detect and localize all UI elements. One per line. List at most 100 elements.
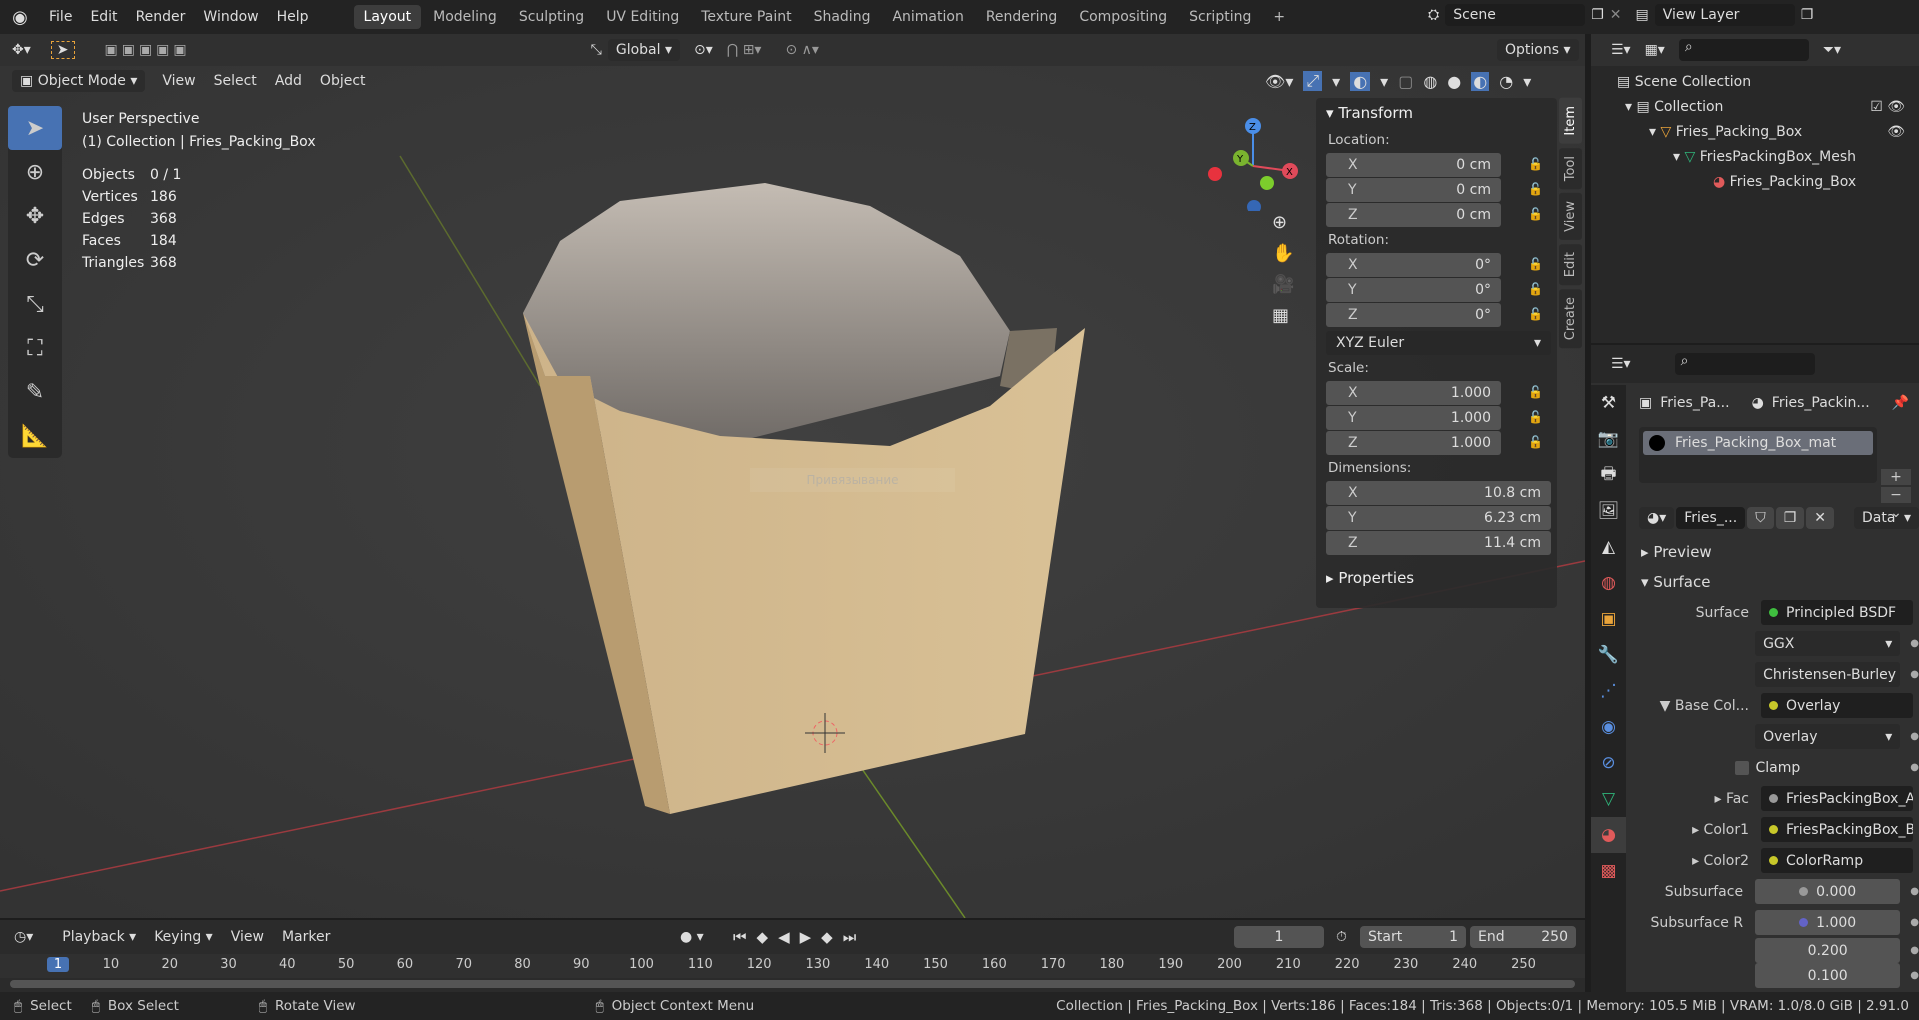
lock-icon[interactable]: 🔓: [1528, 410, 1543, 424]
options-dropdown[interactable]: Options ▾: [1497, 39, 1579, 61]
tab-modeling[interactable]: Modeling: [423, 5, 507, 29]
mode-dropdown[interactable]: ▣ Object Mode ▾: [12, 70, 146, 92]
add-workspace-icon[interactable]: +: [1263, 5, 1295, 29]
constraints-tab-icon[interactable]: ⊘: [1591, 745, 1626, 781]
loc-field-y[interactable]: Y 0 cm: [1326, 178, 1501, 202]
filter-icon[interactable]: ⏷▾: [1823, 42, 1841, 58]
keyframe-dot-icon[interactable]: ●: [1910, 886, 1919, 897]
wireframe-shading-icon[interactable]: ◍: [1423, 72, 1437, 91]
remove-slot-icon[interactable]: −: [1881, 487, 1911, 503]
measure-tool-icon[interactable]: 📐: [8, 414, 62, 458]
editor-type-icon[interactable]: ◷▾: [14, 929, 33, 945]
properties-header[interactable]: ▸ Properties: [1316, 563, 1557, 593]
row-dropdown[interactable]: Christensen-Burley▾: [1755, 662, 1901, 687]
row-dropdown[interactable]: Overlay ▾: [1755, 724, 1901, 749]
annotate-tool-icon[interactable]: ✎: [8, 370, 62, 414]
tab-shading[interactable]: Shading: [804, 5, 881, 29]
object-tab-icon[interactable]: ▣: [1591, 601, 1626, 637]
tab-edit[interactable]: Edit: [1559, 243, 1582, 285]
tab-sculpting[interactable]: Sculpting: [509, 5, 594, 29]
overlay-dropdown-icon[interactable]: ▾: [1380, 72, 1388, 91]
view-layer-tab-icon[interactable]: 🖼: [1591, 493, 1626, 529]
transform-tool-icon[interactable]: ✥▾: [12, 42, 31, 58]
record-icon[interactable]: ● ▾: [680, 929, 704, 945]
new-view-layer-icon[interactable]: ❐: [1801, 7, 1814, 23]
keyframe-dot-icon[interactable]: ●: [1910, 638, 1919, 649]
menu-render[interactable]: Render: [127, 9, 195, 25]
add-slot-icon[interactable]: +: [1881, 469, 1911, 485]
outliner-mesh[interactable]: ▾ ▽ FriesPackingBox_Mesh: [1591, 145, 1919, 170]
keyframe-dot-icon[interactable]: ●: [1910, 970, 1919, 981]
play-icon[interactable]: ▶: [800, 928, 812, 946]
view-layer-field[interactable]: View Layer: [1654, 4, 1795, 26]
keyframe-dot-icon[interactable]: ●: [1910, 917, 1919, 928]
xray-icon[interactable]: ▢: [1398, 72, 1413, 91]
tab-item[interactable]: Item: [1559, 98, 1582, 144]
scene-field[interactable]: Scene: [1445, 4, 1586, 26]
row-dropdown[interactable]: GGX ▾: [1755, 631, 1901, 656]
eye-icon[interactable]: 👁: [1887, 120, 1905, 145]
outliner-collection[interactable]: ▾ ▤ Collection ☑ 👁: [1591, 95, 1919, 120]
pin-icon[interactable]: 📌: [1892, 395, 1909, 411]
rotate-tool-icon[interactable]: ⟳: [8, 238, 62, 282]
surface-panel-header[interactable]: ▾ Surface: [1631, 567, 1919, 597]
slot-specials-icon[interactable]: ⌄: [1881, 505, 1911, 521]
select-box-tool-icon[interactable]: ➤: [8, 106, 62, 150]
pan-hand-icon[interactable]: ✋: [1272, 243, 1294, 264]
menu-view[interactable]: View: [153, 73, 204, 89]
physics-tab-icon[interactable]: ◉: [1591, 709, 1626, 745]
gizmo-dropdown-icon[interactable]: ▾: [1332, 72, 1340, 91]
particles-tab-icon[interactable]: ⋰: [1591, 673, 1626, 709]
select-tool-icon[interactable]: ➤: [50, 41, 75, 59]
select-mode-icons[interactable]: ▣▣▣▣▣: [105, 42, 191, 58]
editor-type-icon[interactable]: ☰▾: [1611, 356, 1631, 372]
tool-tab-icon[interactable]: ⚒: [1591, 385, 1626, 421]
data-tab-icon[interactable]: ▽: [1591, 781, 1626, 817]
modifier-tab-icon[interactable]: 🔧: [1591, 637, 1626, 673]
clamp-checkbox[interactable]: Clamp: [1735, 760, 1800, 776]
camera-icon[interactable]: 🎥: [1272, 274, 1294, 295]
editor-type-icon[interactable]: ☰▾: [1611, 42, 1631, 58]
menu-view-timeline[interactable]: View: [222, 929, 273, 945]
dim-field-z[interactable]: Z 11.4 cm: [1326, 531, 1551, 555]
menu-help[interactable]: Help: [268, 9, 318, 25]
jump-end-icon[interactable]: ⏭: [843, 928, 857, 946]
transform-tool-icon[interactable]: ⛶: [8, 326, 62, 370]
scl-field-z[interactable]: Z 1.000: [1326, 431, 1501, 455]
row-socket-field[interactable]: Principled BSDF: [1761, 600, 1913, 625]
rotation-mode-dropdown[interactable]: XYZ Euler ▾: [1326, 331, 1551, 355]
menu-object[interactable]: Object: [311, 73, 375, 89]
keyframe-dot-icon[interactable]: ●: [1910, 731, 1919, 742]
current-frame-field[interactable]: 1: [1234, 926, 1324, 948]
loc-field-z[interactable]: Z 0 cm: [1326, 203, 1501, 227]
tab-create[interactable]: Create: [1559, 288, 1582, 349]
keyframe-dot-icon[interactable]: ●: [1910, 945, 1919, 956]
menu-edit[interactable]: Edit: [81, 9, 126, 25]
display-mode-icon[interactable]: ▦▾: [1645, 42, 1665, 58]
row-socket-field[interactable]: FriesPackingBox_B...: [1761, 817, 1913, 842]
lock-icon[interactable]: 🔓: [1528, 257, 1543, 271]
world-tab-icon[interactable]: ◍: [1591, 565, 1626, 601]
tab-tool[interactable]: Tool: [1559, 147, 1582, 189]
tab-compositing[interactable]: Compositing: [1069, 5, 1177, 29]
outliner-search[interactable]: ⌕: [1678, 39, 1809, 61]
grid-perspective-icon[interactable]: ▦: [1272, 305, 1294, 326]
menu-window[interactable]: Window: [194, 9, 267, 25]
loc-field-x[interactable]: X 0 cm: [1326, 153, 1501, 177]
row-socket-field[interactable]: Overlay: [1761, 693, 1913, 718]
tab-view[interactable]: View: [1559, 192, 1582, 240]
material-shading-icon[interactable]: ◐: [1471, 71, 1490, 91]
dim-field-y[interactable]: Y 6.23 cm: [1326, 506, 1551, 530]
blender-logo-icon[interactable]: ◉: [0, 7, 40, 28]
material-name-field[interactable]: Fries_...: [1676, 507, 1746, 529]
outliner-object[interactable]: ▾ ▽ Fries_Packing_Box 👁: [1591, 120, 1919, 145]
fake-user-icon[interactable]: ⛉: [1747, 507, 1774, 529]
menu-add[interactable]: Add: [266, 73, 311, 89]
properties-search[interactable]: ⌕: [1674, 353, 1815, 375]
proportional-edit-icon[interactable]: ⊙ ∧▾: [785, 42, 818, 58]
lock-icon[interactable]: 🔓: [1528, 182, 1543, 196]
menu-playback[interactable]: Playback ▾: [53, 929, 145, 945]
tab-texture-paint[interactable]: Texture Paint: [691, 5, 801, 29]
tab-animation[interactable]: Animation: [882, 5, 973, 29]
texture-tab-icon[interactable]: ▩: [1591, 853, 1626, 889]
